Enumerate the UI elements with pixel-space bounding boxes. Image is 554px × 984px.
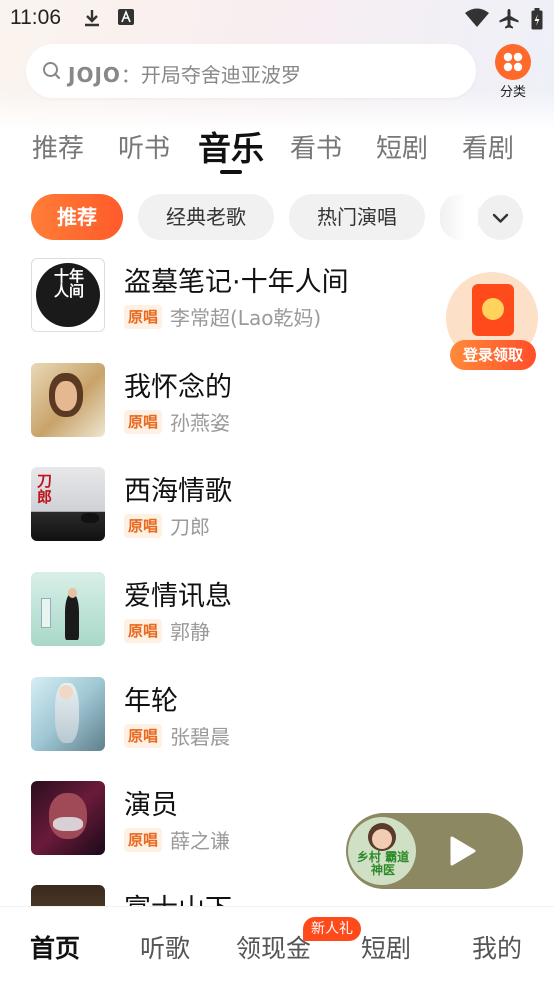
nav-profile[interactable]: 我的 [472, 929, 522, 965]
song-item[interactable]: 年轮 原唱 张碧晨 [0, 677, 554, 767]
category-button[interactable]: 分类 [492, 44, 534, 100]
song-title: 盗墓笔记·十年人间 [124, 267, 349, 298]
status-time: 11:06 [10, 6, 61, 29]
chip-recommend[interactable]: 推荐 [31, 194, 123, 240]
song-item[interactable]: 刀郎 西海情歌 原唱 刀郎 [0, 467, 554, 557]
album-cover: 刀郎 [31, 467, 105, 541]
nav-short-drama[interactable]: 短剧 [361, 929, 411, 965]
nav-cash[interactable]: 领现金 [236, 929, 311, 965]
chevron-down-icon [492, 213, 509, 223]
chip-classic-oldies[interactable]: 经典老歌 [138, 194, 274, 240]
nav-listen[interactable]: 听歌 [140, 929, 190, 965]
tab-drama[interactable]: 看剧 [462, 128, 514, 165]
mini-player-cover: 乡村 霸道神医 [348, 817, 416, 885]
tab-books[interactable]: 看书 [290, 128, 342, 165]
search-keyword: JOJO [68, 63, 121, 87]
category-icon [495, 44, 531, 80]
search-suggestion: 开局夺舍迪亚波罗 [140, 63, 301, 87]
album-cover: 十年人间 [31, 258, 105, 332]
tab-audiobooks[interactable]: 听书 [118, 128, 170, 165]
mini-player-cover-text: 乡村 霸道神医 [356, 850, 410, 877]
status-bar: 11:06 [0, 0, 554, 36]
battery-icon [531, 8, 543, 30]
nav-home[interactable]: 首页 [30, 929, 80, 965]
mini-player[interactable]: 乡村 霸道神医 [346, 813, 523, 889]
song-item[interactable]: 爱情讯息 原唱 郭静 [0, 572, 554, 662]
album-cover [31, 677, 105, 751]
login-reward-label: 登录领取 [450, 340, 536, 370]
song-artist: 薛之谦 [170, 829, 230, 853]
search-bar[interactable]: JOJO：开局夺舍迪亚波罗 [26, 44, 476, 98]
bottom-nav: 首页 听歌 领现金 短剧 我的 新人礼 [0, 906, 554, 984]
coin-icon [482, 298, 504, 320]
song-title: 年轮 [124, 686, 178, 717]
wifi-icon [465, 8, 489, 27]
expand-chips-button[interactable] [478, 195, 523, 240]
original-badge: 原唱 [124, 410, 162, 434]
search-placeholder: JOJO：开局夺舍迪亚波罗 [68, 59, 301, 88]
original-badge: 原唱 [124, 305, 162, 329]
song-artist: 张碧晨 [170, 725, 230, 749]
tab-short-drama[interactable]: 短剧 [376, 128, 428, 165]
cover-title: 刀郎 [37, 472, 53, 506]
song-artist: 刀郎 [170, 515, 210, 539]
song-title: 演员 [124, 790, 178, 821]
original-badge: 原唱 [124, 828, 162, 852]
song-artist: 孙燕姿 [170, 411, 230, 435]
chip-hot-singing[interactable]: 热门演唱 [289, 194, 425, 240]
airplane-icon [499, 9, 519, 29]
album-cover [31, 572, 105, 646]
song-title: 我怀念的 [124, 372, 232, 403]
content-tabs: 推荐 听书 音乐 看书 短剧 看剧 [0, 120, 554, 176]
search-separator: ： [120, 63, 141, 87]
cover-title: 十年人间 [53, 267, 84, 300]
play-icon[interactable] [448, 835, 478, 867]
song-title: 爱情讯息 [124, 581, 232, 612]
tab-music[interactable]: 音乐 [198, 122, 264, 170]
song-item[interactable]: 我怀念的 原唱 孙燕姿 [0, 363, 554, 453]
song-artist: 郭静 [170, 620, 210, 644]
category-label: 分类 [499, 85, 526, 100]
search-icon [43, 62, 61, 80]
download-icon [85, 10, 99, 27]
original-badge: 原唱 [124, 514, 162, 538]
album-cover [31, 363, 105, 437]
song-title: 西海情歌 [124, 476, 232, 507]
song-artist: 李常超(Lao乾妈) [170, 306, 322, 330]
login-reward-button[interactable]: 登录领取 [446, 272, 538, 370]
original-badge: 原唱 [124, 724, 162, 748]
font-icon [118, 9, 134, 25]
new-user-gift-badge: 新人礼 [303, 917, 361, 941]
chip-fade [440, 190, 478, 244]
album-cover [31, 781, 105, 855]
original-badge: 原唱 [124, 619, 162, 643]
tab-recommend[interactable]: 推荐 [32, 128, 84, 165]
active-tab-indicator [220, 170, 242, 174]
